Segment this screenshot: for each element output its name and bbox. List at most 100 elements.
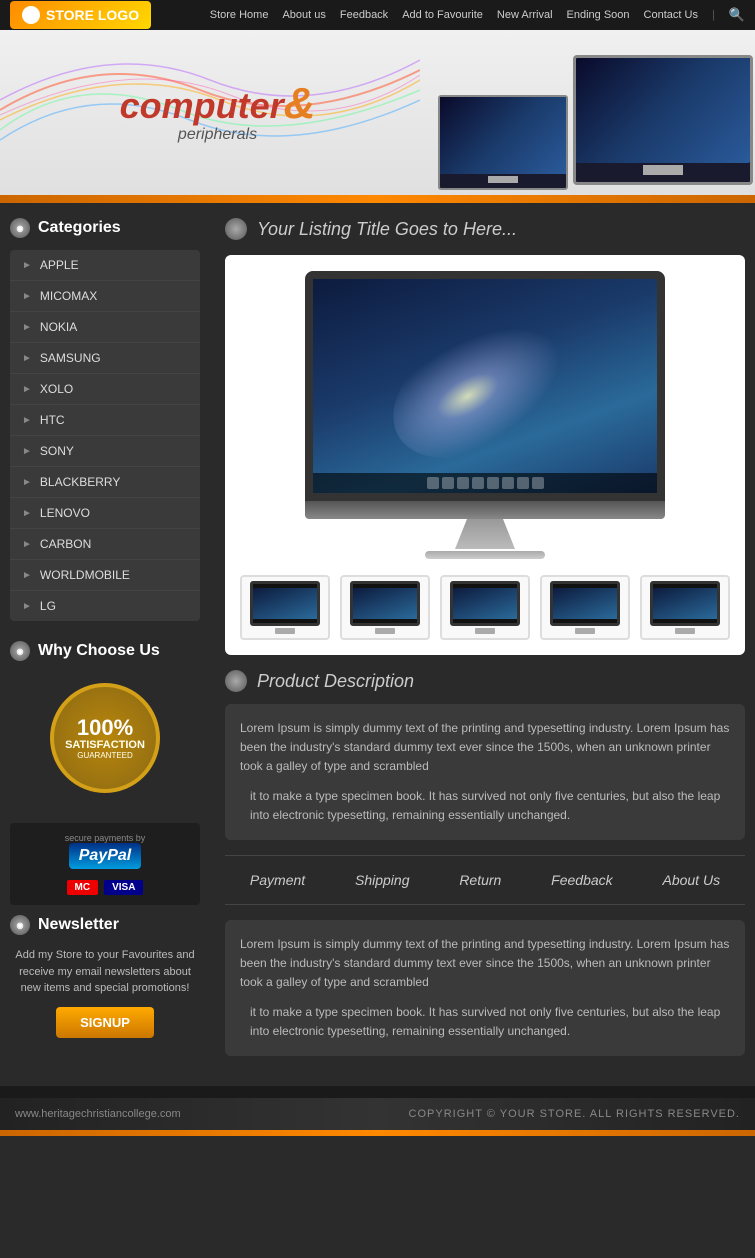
nav-about-us[interactable]: About us <box>282 9 325 21</box>
search-icon[interactable]: 🔍 <box>729 7 745 23</box>
description-box-1: Lorem Ipsum is simply dummy text of the … <box>225 704 745 840</box>
category-label: XOLO <box>40 382 73 396</box>
category-item-xolo[interactable]: ► XOLO <box>10 374 200 405</box>
thumb-stand-5 <box>675 628 695 634</box>
category-label: CARBON <box>40 537 91 551</box>
nav-new-arrival[interactable]: New Arrival <box>497 9 553 21</box>
hero-screen-main <box>573 55 753 185</box>
imac-screen <box>305 271 665 501</box>
tab-payment[interactable]: Payment <box>242 868 313 892</box>
thumb-screen-inner-5 <box>653 588 717 619</box>
thumbnail-4[interactable] <box>540 575 630 640</box>
tab-feedback[interactable]: Feedback <box>543 868 620 892</box>
category-item-sony[interactable]: ► SONY <box>10 436 200 467</box>
category-item-nokia[interactable]: ► NOKIA <box>10 312 200 343</box>
desc2-para-2: it to make a type specimen book. It has … <box>240 1003 730 1041</box>
category-item-carbon[interactable]: ► CARBON <box>10 529 200 560</box>
category-label: BLACKBERRY <box>40 475 120 489</box>
dock-icon <box>517 477 529 489</box>
dock-icon <box>442 477 454 489</box>
arrow-icon: ► <box>22 601 32 612</box>
screen-stand-small <box>488 176 518 183</box>
mastercard-badge: MC <box>67 880 99 895</box>
category-item-lg[interactable]: ► LG <box>10 591 200 621</box>
card-badges: MC VISA <box>20 880 190 895</box>
satisfaction-label: SATISFACTION <box>65 739 145 751</box>
newsletter-label: Newsletter <box>38 916 119 934</box>
category-item-blackberry[interactable]: ► BLACKBERRY <box>10 467 200 498</box>
footer-copyright: COPYRIGHT © YOUR STORE. ALL RIGHTS RESER… <box>409 1108 740 1120</box>
hero-screen-small <box>438 95 568 190</box>
arrow-icon: ► <box>22 353 32 364</box>
thumb-screen-inner-3 <box>453 588 517 619</box>
product-desc-icon <box>225 670 247 692</box>
why-choose-label: Why Choose Us <box>38 642 160 660</box>
listing-title-row: Your Listing Title Goes to Here... <box>225 218 745 240</box>
secure-text: secure payments by <box>20 833 190 843</box>
thumb-screen-inner-4 <box>553 588 617 619</box>
arrow-icon: ► <box>22 477 32 488</box>
categories-icon: ◉ <box>10 218 30 238</box>
sidebar: ◉ Categories ► APPLE ► MICOMAX ► NOKIA ►… <box>0 203 210 1086</box>
tab-shipping[interactable]: Shipping <box>347 868 418 892</box>
thumbnail-2[interactable] <box>340 575 430 640</box>
dock-icon <box>472 477 484 489</box>
thumb-stand-3 <box>475 628 495 634</box>
category-label: LENOVO <box>40 506 90 520</box>
why-choose-section: ◉ Why Choose Us 100% SATISFACTION GUARAN… <box>10 641 200 803</box>
newsletter-icon: ◉ <box>10 915 30 935</box>
arrow-icon: ► <box>22 570 32 581</box>
tab-about-us[interactable]: About Us <box>654 868 728 892</box>
nav-add-favourite[interactable]: Add to Favourite <box>402 9 483 21</box>
footer-bottom: www.heritagechristiancollege.com COPYRIG… <box>0 1098 755 1130</box>
category-label: HTC <box>40 413 65 427</box>
thumb-screen-inner-2 <box>353 588 417 619</box>
desc2-para-1: Lorem Ipsum is simply dummy text of the … <box>240 935 730 993</box>
category-item-lenovo[interactable]: ► LENOVO <box>10 498 200 529</box>
hero-product-image <box>435 30 755 195</box>
dock-icon <box>457 477 469 489</box>
nav-store-home[interactable]: Store Home <box>210 9 269 21</box>
main-container: ◉ Categories ► APPLE ► MICOMAX ► NOKIA ►… <box>0 203 755 1086</box>
payment-section: secure payments by PayPal MC VISA <box>10 823 200 905</box>
screen-inner-main <box>576 58 750 163</box>
category-item-apple[interactable]: ► APPLE <box>10 250 200 281</box>
satisfaction-percent: 100% <box>77 717 133 739</box>
thumbnail-3[interactable] <box>440 575 530 640</box>
category-item-micomax[interactable]: ► MICOMAX <box>10 281 200 312</box>
store-logo[interactable]: STORE LOGO <box>10 1 151 29</box>
paypal-logo[interactable]: PayPal <box>69 843 141 869</box>
category-label: WORLDMOBILE <box>40 568 130 582</box>
thumbnail-5[interactable] <box>640 575 730 640</box>
nav-ending-soon[interactable]: Ending Soon <box>567 9 630 21</box>
category-item-worldmobile[interactable]: ► WORLDMOBILE <box>10 560 200 591</box>
nav-feedback[interactable]: Feedback <box>340 9 388 21</box>
thumb-stand-2 <box>375 628 395 634</box>
category-label: SONY <box>40 444 74 458</box>
product-desc-header: Product Description <box>225 670 745 692</box>
hero-amp: & <box>284 79 316 128</box>
logo-circle-icon <box>22 6 40 24</box>
description-box-2: Lorem Ipsum is simply dummy text of the … <box>225 920 745 1056</box>
arrow-icon: ► <box>22 260 32 271</box>
thumbnail-1[interactable] <box>240 575 330 640</box>
arrow-icon: ► <box>22 322 32 333</box>
category-item-samsung[interactable]: ► SAMSUNG <box>10 343 200 374</box>
galaxy-graphic <box>368 284 601 488</box>
category-label: LG <box>40 599 56 613</box>
tab-return[interactable]: Return <box>451 868 509 892</box>
newsletter-body: Add my Store to your Favourites and rece… <box>10 947 200 997</box>
category-item-htc[interactable]: ► HTC <box>10 405 200 436</box>
arrow-icon: ► <box>22 384 32 395</box>
signup-button[interactable]: SIGNUP <box>56 1007 154 1038</box>
imac-simulation <box>305 271 665 559</box>
imac-stand <box>455 519 515 549</box>
hero-subtitle: peripherals <box>178 126 257 144</box>
imac-base <box>425 551 545 559</box>
nav-contact-us[interactable]: Contact Us <box>644 9 698 21</box>
hero-title: computer& <box>120 82 316 126</box>
arrow-icon: ► <box>22 539 32 550</box>
hero-screens <box>435 30 755 195</box>
listing-title-icon <box>225 218 247 240</box>
category-list: ► APPLE ► MICOMAX ► NOKIA ► SAMSUNG ► XO… <box>10 250 200 621</box>
